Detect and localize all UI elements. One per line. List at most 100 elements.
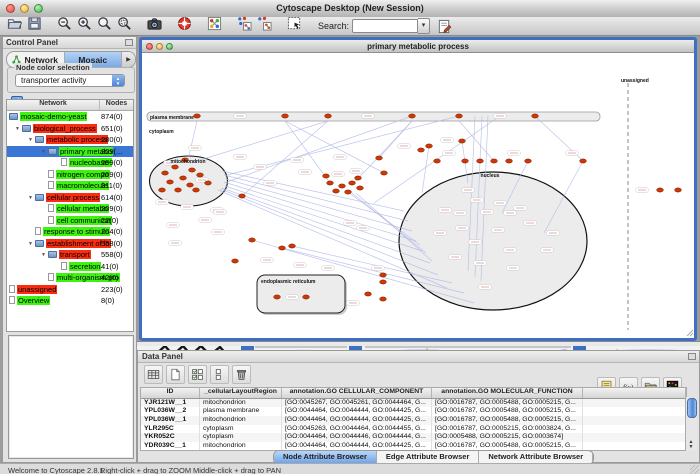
table-cell[interactable]: YLR295C xyxy=(141,425,200,434)
table-row[interactable]: YJR121W__1mitochondrion[GO:0045267, GO:0… xyxy=(141,399,686,408)
column-header[interactable]: annotation.GO CELLULAR_COMPONENT xyxy=(282,388,432,398)
search-dropdown-button[interactable]: ▾ xyxy=(418,18,430,34)
column-header[interactable]: ID xyxy=(141,388,200,398)
tree-row[interactable]: cellular metabo209(0) xyxy=(7,203,133,215)
table-cell[interactable] xyxy=(583,425,686,434)
table-row[interactable]: YPL036W__1mitochondrion[GO:0044464, GO:0… xyxy=(141,416,686,425)
node-color-dropdown[interactable]: transporter activity ▲▼ xyxy=(15,74,125,87)
network-node[interactable] xyxy=(357,186,364,190)
table-cell[interactable] xyxy=(583,416,686,425)
column-header[interactable]: annotation.GO MOLECULAR_FUNCTION xyxy=(432,388,583,398)
network-node[interactable] xyxy=(580,159,587,163)
tree-column-network[interactable]: Network xyxy=(7,100,100,110)
tree-row[interactable]: macromolecule311(0) xyxy=(7,180,133,192)
tab-overflow-arrow[interactable]: ▶ xyxy=(122,52,135,67)
tree-row-label[interactable]: metabolic process xyxy=(46,135,108,144)
network-node[interactable] xyxy=(380,273,387,277)
tree-row[interactable]: ▼primary metabo209(... xyxy=(7,146,133,158)
zoom-in-icon[interactable] xyxy=(76,16,92,32)
table-row[interactable]: YPL036W__2plasma membrane[GO:0044464, GO… xyxy=(141,407,686,416)
tree-column-nodes[interactable]: Nodes xyxy=(100,100,133,110)
table-cell[interactable]: cytoplasm xyxy=(200,425,282,434)
tree-row[interactable]: nitrogen compo209(0) xyxy=(7,169,133,181)
resize-grip[interactable] xyxy=(690,465,699,474)
network-node[interactable] xyxy=(365,292,372,296)
unselect-attributes-icon[interactable] xyxy=(210,365,229,384)
birds-eye-view[interactable] xyxy=(8,335,134,459)
tree-row-label[interactable]: secretion xyxy=(69,262,101,271)
open-icon[interactable] xyxy=(6,16,22,32)
table-cell[interactable]: [GO:0016787, GO:0005488, GO:0005215, G..… xyxy=(432,416,583,425)
zoom-out-icon[interactable] xyxy=(56,16,72,32)
column-header[interactable]: _cellularLayoutRegion xyxy=(200,388,282,398)
network-node[interactable] xyxy=(175,188,182,192)
new-attribute-icon[interactable] xyxy=(166,365,185,384)
network-window-titlebar[interactable]: primary metabolic process xyxy=(142,40,694,53)
network-node[interactable] xyxy=(525,159,532,163)
network-node[interactable] xyxy=(657,188,664,192)
table-cell[interactable] xyxy=(583,399,686,408)
table-cell[interactable]: [GO:0044464, GO:0044444, GO:0044425, G..… xyxy=(282,416,432,425)
network-node[interactable] xyxy=(239,194,246,198)
network-node[interactable] xyxy=(349,181,356,185)
network-node[interactable] xyxy=(274,295,281,299)
network-node[interactable] xyxy=(376,156,383,160)
delete-attribute-icon[interactable] xyxy=(232,365,251,384)
network-node[interactable] xyxy=(380,297,387,301)
network-node[interactable] xyxy=(418,148,425,152)
network-node[interactable] xyxy=(194,114,201,118)
search-input[interactable] xyxy=(352,19,418,33)
table-cell[interactable]: YDR039C__1 xyxy=(141,442,200,451)
network-node[interactable] xyxy=(409,114,416,118)
network-node[interactable] xyxy=(459,139,466,143)
tree-row-label[interactable]: unassigned xyxy=(17,285,57,294)
tree-row-label[interactable]: response to stimulu xyxy=(43,227,110,236)
tree-row-label[interactable]: cellular process xyxy=(46,193,100,202)
table-row[interactable]: YLR295Ccytoplasm[GO:0045263, GO:0044464,… xyxy=(141,425,686,434)
tree-row[interactable]: cell communicat22(0) xyxy=(7,215,133,227)
network-node[interactable] xyxy=(345,190,352,194)
network-node[interactable] xyxy=(167,180,174,184)
table-cell[interactable]: [GO:0005488, GO:0005215, GO:0003674] xyxy=(432,433,583,442)
network-node[interactable] xyxy=(380,280,387,284)
table-cell[interactable] xyxy=(583,407,686,416)
network-node[interactable] xyxy=(434,159,441,163)
table-cell[interactable]: YPL036W__2 xyxy=(141,407,200,416)
tree-row[interactable]: unassigned223(0) xyxy=(7,284,133,296)
scrollbar-arrows[interactable]: ▲▼ xyxy=(686,440,696,450)
table-cell[interactable]: [GO:0016787, GO:0005215, GO:0003824, G..… xyxy=(432,425,583,434)
network-node[interactable] xyxy=(282,114,289,118)
network-node[interactable] xyxy=(456,114,463,118)
table-cell[interactable]: [GO:0016787, GO:0005488, GO:0005215, G..… xyxy=(432,407,583,416)
attr-table-icon[interactable] xyxy=(144,365,163,384)
tree-row[interactable]: nucleobase-209(0) xyxy=(7,157,133,169)
zoom-fit-icon[interactable] xyxy=(96,16,112,32)
table-cell[interactable]: mitochondrion xyxy=(200,416,282,425)
tree-row[interactable]: ▼cellular process614(0) xyxy=(7,192,133,204)
tree-row-label[interactable]: Overview xyxy=(17,296,50,305)
select-mode-icon[interactable] xyxy=(286,16,302,32)
table-cell[interactable] xyxy=(583,433,686,442)
tree-row[interactable]: ▼transport558(0) xyxy=(7,249,133,261)
table-cell[interactable]: mitochondrion xyxy=(200,399,282,408)
network-node[interactable] xyxy=(159,188,166,192)
network-node[interactable] xyxy=(249,238,256,242)
table-cell[interactable]: [GO:0044464, GO:0044444, GO:0044425, G..… xyxy=(282,407,432,416)
network-node[interactable] xyxy=(477,159,484,163)
network-node[interactable] xyxy=(532,114,539,118)
select-attributes-icon[interactable] xyxy=(188,365,207,384)
network-node[interactable] xyxy=(323,174,330,178)
layout-forward-icon[interactable] xyxy=(236,16,252,32)
table-cell[interactable]: [GO:0016787, GO:0005488, GO:0005215, G..… xyxy=(432,399,583,408)
tree-row[interactable]: ▼establishment of lo558(0) xyxy=(7,238,133,250)
vizmapper-icon[interactable] xyxy=(206,16,222,32)
network-node[interactable] xyxy=(279,246,286,250)
tree-row[interactable]: ▼biological_process651(0) xyxy=(7,123,133,135)
float-panel-icon[interactable] xyxy=(125,39,133,46)
tree-row[interactable]: ▼metabolic process280(0) xyxy=(7,134,133,146)
canvas-resize-grip[interactable] xyxy=(687,330,693,336)
table-cell[interactable]: cytoplasm xyxy=(200,433,282,442)
snapshot-icon[interactable] xyxy=(146,16,162,32)
tree-row[interactable]: response to stimulu264(0) xyxy=(7,226,133,238)
network-node[interactable] xyxy=(172,165,179,169)
